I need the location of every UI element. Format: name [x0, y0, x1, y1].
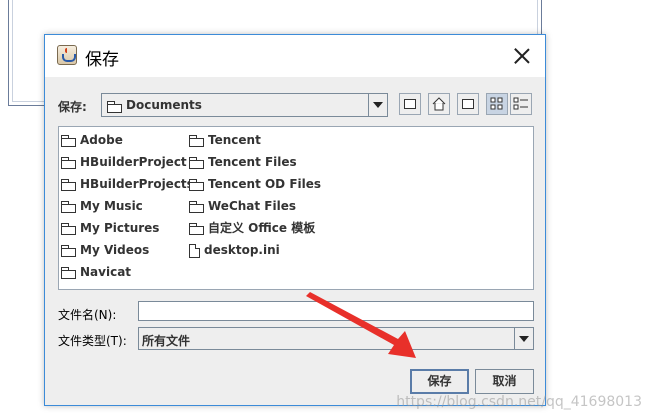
- annotation-arrow: [306, 292, 416, 358]
- watermark: https://blog.csdn.net/qq_41698013: [396, 394, 642, 410]
